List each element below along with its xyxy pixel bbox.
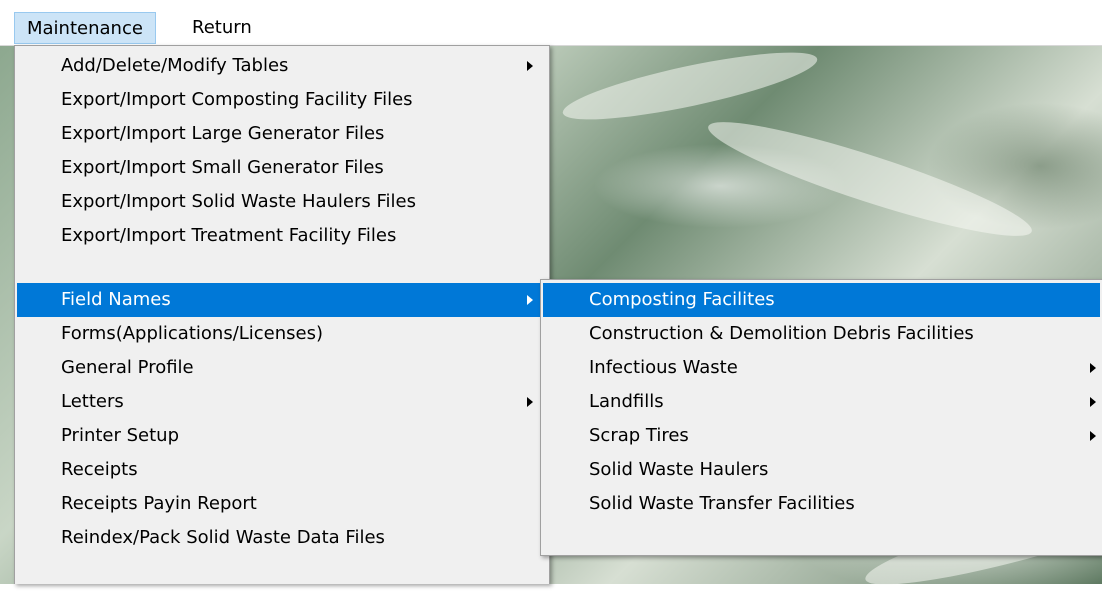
menubar-maintenance[interactable]: Maintenance [14,12,156,44]
menu-item-receipts[interactable]: Receipts [17,453,547,487]
menu-item-export-import-treatment-facility[interactable]: Export/Import Treatment Facility Files [17,219,547,253]
menu-item-label: Export/Import Treatment Facility Files [61,225,397,246]
menu-item-field-names[interactable]: Field Names [17,283,547,317]
menu-item-printer-setup[interactable]: Printer Setup [17,419,547,453]
submenu-item-landfills[interactable]: Landfills [543,385,1100,419]
submenu-arrow-icon [527,295,533,305]
menu-item-label: Reindex/Pack Solid Waste Data Files [61,527,385,548]
menu-item-label: Solid Waste Haulers [589,459,769,480]
leaf-highlight [701,104,1039,254]
submenu-item-composting-facilites[interactable]: Composting Facilites [543,283,1100,317]
menu-item-letters[interactable]: Letters [17,385,547,419]
menu-item-label: Receipts [61,459,138,480]
menu-item-export-import-solid-waste-haulers[interactable]: Export/Import Solid Waste Haulers Files [17,185,547,219]
menu-item-label: Landfills [589,391,664,412]
submenu-arrow-icon [1090,363,1096,373]
menu-item-label: Composting Facilites [589,289,775,310]
submenu-item-infectious-waste[interactable]: Infectious Waste [543,351,1100,385]
menu-item-forms[interactable]: Forms(Applications/Licenses) [17,317,547,351]
menu-item-add-delete-modify-tables[interactable]: Add/Delete/Modify Tables [17,49,547,83]
menubar-return[interactable]: Return [180,12,264,44]
menu-item-label: Scrap Tires [589,425,689,446]
menu-item-label: Export/Import Composting Facility Files [61,89,413,110]
menu-item-label: Solid Waste Transfer Facilities [589,493,855,514]
menu-item-label: Letters [61,391,124,412]
menu-item-label: General Profile [61,357,194,378]
menu-item-export-import-small-generator[interactable]: Export/Import Small Generator Files [17,151,547,185]
maintenance-dropdown-menu: Add/Delete/Modify Tables Export/Import C… [14,45,550,584]
menu-item-reindex-pack[interactable]: Reindex/Pack Solid Waste Data Files [17,521,547,555]
submenu-arrow-icon [1090,431,1096,441]
menu-item-label: Printer Setup [61,425,179,446]
menu-item-label: Receipts Payin Report [61,493,257,514]
menu-item-general-profile[interactable]: General Profile [17,351,547,385]
menu-item-label: Forms(Applications/Licenses) [61,323,324,344]
menu-item-label: Add/Delete/Modify Tables [61,55,289,76]
menu-item-label: Infectious Waste [589,357,738,378]
menu-item-export-import-composting[interactable]: Export/Import Composting Facility Files [17,83,547,117]
submenu-arrow-icon [527,397,533,407]
menu-item-receipts-payin-report[interactable]: Receipts Payin Report [17,487,547,521]
field-names-submenu: Composting Facilites Construction & Demo… [540,279,1102,556]
menu-item-label: Construction & Demolition Debris Facilit… [589,323,974,344]
menu-item-label: Export/Import Large Generator Files [61,123,385,144]
submenu-item-construction-demolition[interactable]: Construction & Demolition Debris Facilit… [543,317,1100,351]
menu-item-label: Export/Import Small Generator Files [61,157,384,178]
menu-item-label: Field Names [61,289,171,310]
submenu-item-solid-waste-transfer[interactable]: Solid Waste Transfer Facilities [543,487,1100,521]
submenu-item-solid-waste-haulers[interactable]: Solid Waste Haulers [543,453,1100,487]
submenu-item-scrap-tires[interactable]: Scrap Tires [543,419,1100,453]
menu-bar: Maintenance Return [0,0,1102,46]
submenu-arrow-icon [527,61,533,71]
menu-item-export-import-large-generator[interactable]: Export/Import Large Generator Files [17,117,547,151]
leaf-highlight [558,39,822,133]
submenu-arrow-icon [1090,397,1096,407]
menu-item-label: Export/Import Solid Waste Haulers Files [61,191,416,212]
